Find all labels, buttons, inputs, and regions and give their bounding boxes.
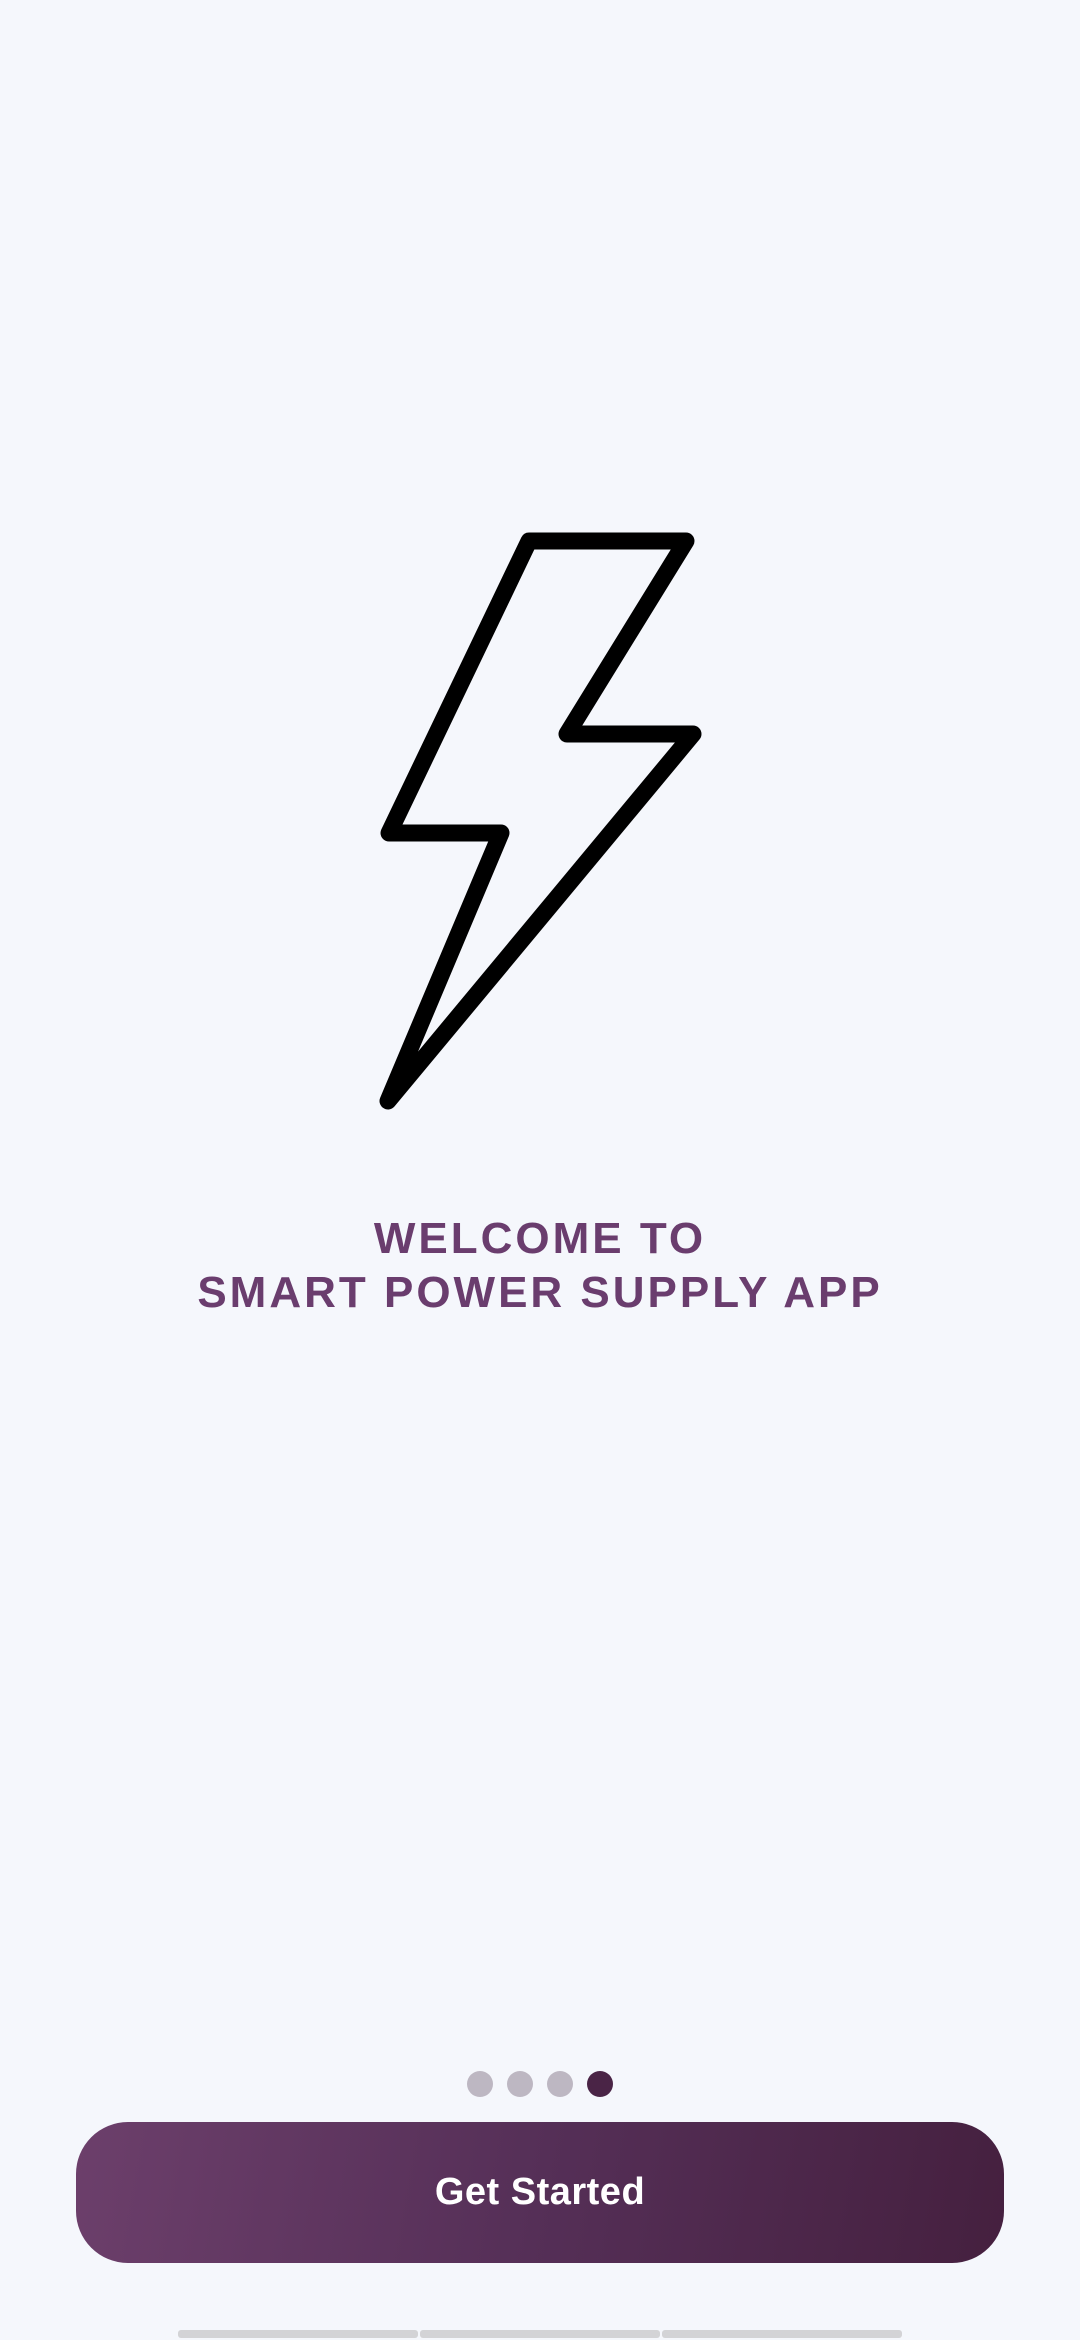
home-indicator-segment (178, 2330, 418, 2338)
page-indicator (0, 2071, 1080, 2097)
welcome-title: WELCOME TO SMART POWER SUPPLY APP (0, 1212, 1080, 1320)
page-dot-3[interactable] (547, 2071, 573, 2097)
home-indicator-segment (662, 2330, 902, 2338)
welcome-title-line1: WELCOME TO (373, 1214, 707, 1263)
welcome-screen: WELCOME TO SMART POWER SUPPLY APP Get St… (0, 0, 1080, 2340)
lightning-bolt-icon (370, 530, 710, 1110)
home-indicator-segment (420, 2330, 660, 2338)
get-started-label: Get Started (434, 2171, 646, 2213)
home-indicator[interactable] (178, 2330, 902, 2338)
welcome-title-line2: SMART POWER SUPPLY APP (197, 1268, 883, 1317)
get-started-button[interactable]: Get Started (76, 2122, 1004, 2263)
page-dot-2[interactable] (507, 2071, 533, 2097)
page-dot-1[interactable] (467, 2071, 493, 2097)
page-dot-4-active[interactable] (587, 2071, 613, 2097)
